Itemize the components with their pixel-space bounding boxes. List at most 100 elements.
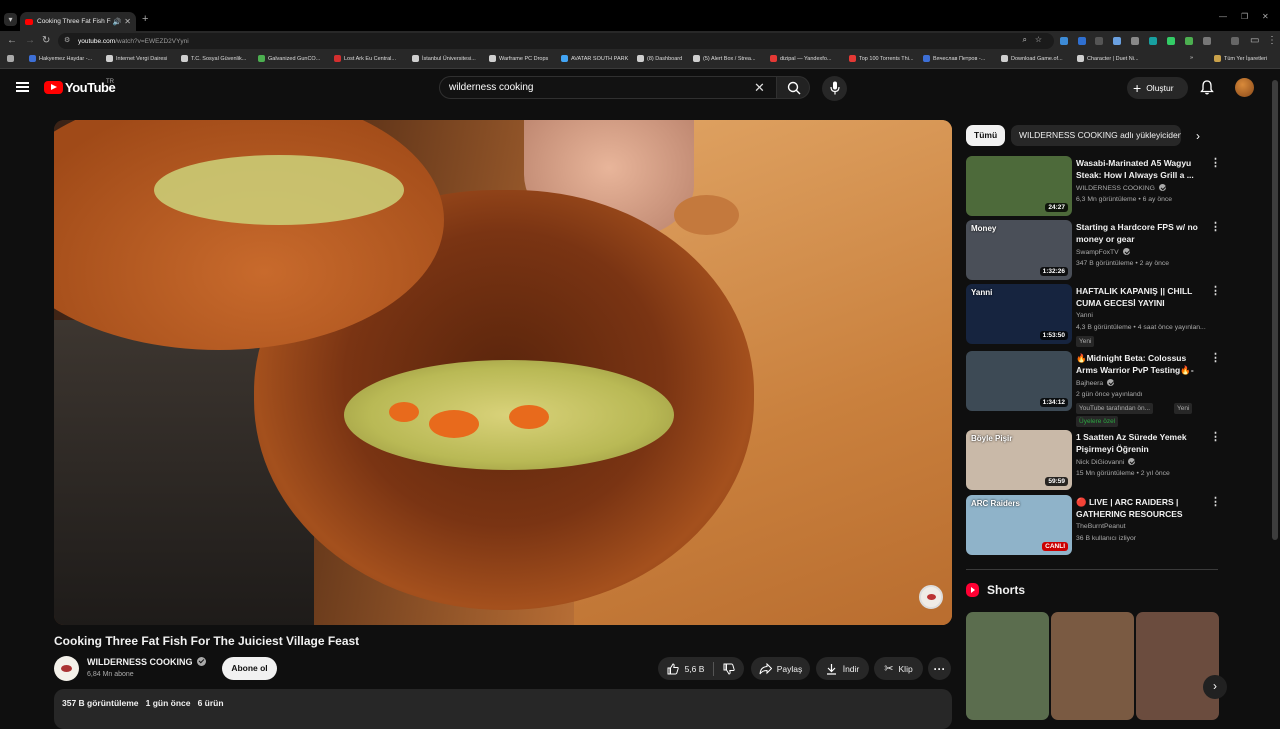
bookmark-item[interactable]: Download Game.of... [1001,55,1063,62]
recommendation-channel[interactable]: Bajheera [1076,379,1115,387]
video-thumbnail[interactable]: Böyle Pişir 59:59 [966,430,1072,490]
bookmark-item[interactable]: Lost Ark Eu Central... [334,55,396,62]
youtube-logo-icon[interactable] [44,81,63,94]
recommendation-title[interactable]: HAFTALIK KAPANIŞ || CHILL CUMA GECESİ YA… [1076,285,1201,309]
channel-avatar[interactable] [54,656,79,681]
more-vertical-icon[interactable]: ⋮ [1210,286,1221,297]
recommendation-channel[interactable]: WILDERNESS COOKING [1076,184,1166,192]
recommendation-title[interactable]: 1 Saatten Az Sürede Yemek Pişirmeyi Öğre… [1076,431,1201,455]
bookmark-item[interactable]: Galvanized GunCO... [258,55,320,62]
short-thumbnail[interactable] [1136,612,1219,720]
restore-icon[interactable]: ❐ [1241,12,1248,21]
recommendation-channel[interactable]: SwampFoxTV [1076,248,1130,256]
video-thumbnail[interactable]: ARC Raiders CANLI [966,495,1072,555]
recommendation-item[interactable]: Böyle Pişir 59:59 1 Saatten Az Sürede Yeme… [966,430,1221,490]
video-thumbnail[interactable]: Yanni 1:53:50 [966,284,1072,344]
extension-icon[interactable] [1078,37,1086,45]
back-icon[interactable]: ← [7,35,17,46]
recommendation-title[interactable]: 🔴 LIVE | ARC RAIDERS | GATHERING RESOURC… [1076,496,1201,520]
channel-name-link[interactable]: WILDERNESS COOKING [87,657,206,667]
bookmark-item[interactable]: Character | Duet Ni... [1077,55,1139,62]
search-input[interactable]: wilderness cooking [439,76,777,99]
apps-grid-icon[interactable] [7,55,17,62]
recommendation-item[interactable]: ARC Raiders CANLI 🔴 LIVE | ARC RAIDERS | G… [966,495,1221,555]
chip-from-channel[interactable]: WILDERNESS COOKING adlı yükleyiciden [1011,125,1181,146]
extensions-puzzle-icon[interactable] [1203,37,1211,45]
hamburger-menu-icon[interactable] [16,82,29,92]
window-close-icon[interactable]: ✕ [1262,12,1269,21]
bookmark-item[interactable]: Hakyemez Haydar -... [29,55,92,62]
search-button[interactable] [776,76,810,99]
recommendation-channel[interactable]: Yanni [1076,312,1093,319]
short-thumbnail[interactable] [1051,612,1134,720]
description-box[interactable]: 357 B görüntüleme 1 gün önce 6 ürün [54,689,952,729]
extension-icon[interactable] [1167,37,1175,45]
bookmark-item[interactable]: (8) Dashboard [637,55,682,62]
new-tab-icon[interactable]: + [142,13,148,25]
share-button[interactable]: Paylaş [751,657,810,680]
bookmarks-overflow-icon[interactable]: » [1190,55,1193,61]
reload-icon[interactable]: ↻ [42,35,50,46]
bookmark-item[interactable]: Top 100 Torrents Thi... [849,55,914,62]
more-vertical-icon[interactable]: ⋮ [1210,222,1221,233]
extension-icon[interactable] [1185,37,1193,45]
profile-icon[interactable] [1231,37,1239,45]
url-field[interactable]: ⚙ youtube.com/watch?v=EWEZD2VYyni ☆ ⌕ [58,33,1054,49]
more-vertical-icon[interactable]: ⋮ [1210,158,1221,169]
tab-search-icon[interactable]: ▾ [4,13,17,26]
subscribe-button[interactable]: Abone ol [222,657,277,680]
download-button[interactable]: İndir [816,657,869,680]
bookmark-item[interactable]: dizipal — Yandexfo... [770,55,831,62]
shorts-next-button[interactable]: › [1203,675,1227,699]
bookmark-item[interactable]: İstanbul Üniversitesi... [412,55,476,62]
site-info-icon[interactable]: ⚙ [64,36,70,44]
extension-icon[interactable] [1060,37,1068,45]
minimize-icon[interactable]: — [1219,12,1227,21]
clip-button[interactable]: ✂ Klip [874,657,923,680]
recommendation-title[interactable]: Starting a Hardcore FPS w/ no money or g… [1076,221,1201,245]
chip-all[interactable]: Tümü [966,125,1006,146]
tab-close-icon[interactable]: ✕ [124,17,131,26]
clear-search-icon[interactable]: ✕ [754,80,765,96]
more-vertical-icon[interactable]: ⋮ [1210,432,1221,443]
bookmark-item[interactable]: Warframe PC Drops [489,55,548,62]
speaker-icon[interactable]: 🔊 [113,18,122,26]
cast-icon[interactable]: ▭ [1250,35,1259,46]
voice-search-button[interactable] [822,76,847,101]
video-player[interactable] [54,120,952,625]
zoom-icon[interactable]: ⌕ [1023,35,1027,45]
thumbs-down-icon[interactable] [723,663,736,675]
video-thumbnail[interactable]: 1:34:12 [966,351,1072,411]
forward-icon[interactable]: → [25,35,35,46]
short-thumbnail[interactable] [966,612,1049,720]
recommendation-title[interactable]: Wasabi-Marinated A5 Wagyu Steak: How I A… [1076,157,1201,181]
recommendation-item[interactable]: 1:34:12 🔥Midnight Beta: Colossus Arms War… [966,351,1221,427]
bookmark-item[interactable]: Вячеслав Петров -... [923,55,985,62]
recommendation-item[interactable]: 24:27 Wasabi-Marinated A5 Wagyu Steak: Ho… [966,156,1221,216]
like-button[interactable]: 5,6 B [667,662,704,675]
more-vertical-icon[interactable]: ⋮ [1210,353,1221,364]
all-bookmarks-folder[interactable]: Tüm Yer İşaretleri [1214,55,1267,62]
account-avatar[interactable] [1235,78,1254,97]
extension-icon[interactable] [1131,37,1139,45]
chips-next-icon[interactable]: › [1196,129,1200,143]
browser-tab-active[interactable]: Cooking Three Fat Fish For The Juiciest … [20,12,136,31]
recommendation-item[interactable]: Yanni 1:53:50 HAFTALIK KAPANIŞ || CHILL CU… [966,284,1221,347]
create-button[interactable]: + Oluştur [1127,77,1188,99]
channel-watermark-icon[interactable] [919,585,943,609]
bookmark-item[interactable]: AVATAR SOUTH PARK [561,55,628,62]
recommendation-channel[interactable]: Nick DiGiovanni [1076,458,1136,466]
video-thumbnail[interactable]: 24:27 [966,156,1072,216]
bookmark-item[interactable]: (5) Alert Box / Strea... [693,55,756,62]
more-actions-button[interactable]: ··· [928,657,951,680]
recommendation-item[interactable]: Money 1:32:26 Starting a Hardcore FPS w/ n… [966,220,1221,280]
more-vertical-icon[interactable]: ⋮ [1210,497,1221,508]
notifications-bell-icon[interactable] [1200,80,1214,95]
extension-icon[interactable] [1095,37,1103,45]
page-scrollbar[interactable] [1272,80,1278,540]
bookmark-item[interactable]: T.C. Sosyal Güvenlik... [181,55,246,62]
video-thumbnail[interactable]: Money 1:32:26 [966,220,1072,280]
extension-icon[interactable] [1113,37,1121,45]
bookmark-item[interactable]: Internet Vergi Dairesi [106,55,167,62]
recommendation-channel[interactable]: TheBurntPeanut [1076,523,1126,530]
